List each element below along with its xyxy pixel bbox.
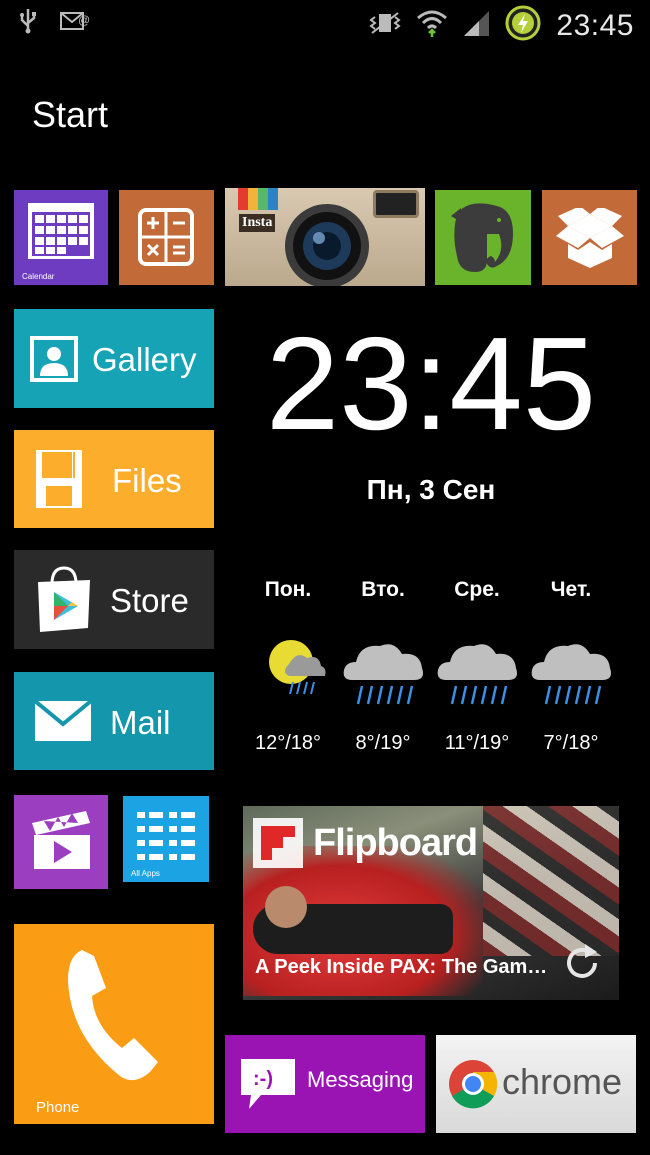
flipboard-photo-face bbox=[265, 886, 307, 928]
video-tile[interactable] bbox=[14, 795, 108, 889]
svg-text:@: @ bbox=[78, 13, 90, 27]
weather-temp: 11°/19° bbox=[444, 732, 510, 754]
svg-text::-): :-) bbox=[253, 1068, 273, 1090]
chat-bubble-smiley-icon: :-) bbox=[239, 1057, 297, 1120]
weather-widget[interactable]: Пон. Вто. Сре. Чет. 12°/18° 8°/19° 11°/1… bbox=[243, 570, 623, 770]
files-label: Files bbox=[112, 462, 182, 499]
all-apps-label: All Apps bbox=[131, 869, 160, 878]
sun-cloud-rain-icon bbox=[263, 636, 327, 703]
instagram-rainbow-strip bbox=[238, 188, 278, 210]
signal-icon bbox=[462, 9, 490, 42]
mail-label: Mail bbox=[110, 704, 171, 741]
rain-cloud-icon bbox=[530, 640, 614, 715]
status-bar: @ 23:45 bbox=[0, 0, 650, 46]
instagram-label: Insta bbox=[239, 214, 276, 232]
camera-lens-icon bbox=[277, 202, 377, 286]
flipboard-brand: Flipboard bbox=[313, 822, 478, 864]
page-title: Start bbox=[32, 94, 109, 135]
phone-handset-icon bbox=[64, 946, 164, 1091]
gallery-icon bbox=[30, 336, 78, 387]
calculator-icon bbox=[138, 208, 194, 271]
evernote-tile[interactable] bbox=[435, 190, 531, 285]
flipboard-tile[interactable]: Flipboard A Peek Inside PAX: The Gam… bbox=[243, 806, 619, 1000]
messaging-label: Messaging bbox=[307, 1067, 414, 1092]
weather-temp: 12°/18° bbox=[254, 732, 322, 754]
email-icon: @ bbox=[60, 10, 90, 37]
calendar-label: Calendar bbox=[22, 272, 55, 281]
calculator-tile[interactable] bbox=[119, 190, 214, 285]
list-icon bbox=[137, 812, 195, 865]
store-label: Store bbox=[110, 582, 189, 619]
floppy-disk-icon bbox=[34, 448, 84, 515]
phone-label: Phone bbox=[36, 1099, 80, 1116]
weather-day: Сре. bbox=[454, 578, 500, 601]
flipboard-logo-icon bbox=[253, 818, 303, 873]
play-store-bag-icon bbox=[36, 562, 92, 639]
rain-cloud-icon bbox=[436, 640, 520, 715]
instagram-viewfinder bbox=[373, 190, 419, 218]
weather-temp: 8°/19° bbox=[355, 732, 411, 754]
battery-charging-icon bbox=[504, 4, 542, 47]
status-time: 23:45 bbox=[556, 8, 634, 42]
refresh-icon[interactable] bbox=[561, 942, 603, 989]
weather-temp: 7°/18° bbox=[543, 732, 599, 754]
wifi-icon bbox=[416, 9, 448, 42]
weather-day: Пон. bbox=[264, 578, 312, 601]
elephant-icon bbox=[447, 200, 519, 281]
all-apps-tile[interactable]: All Apps bbox=[123, 796, 209, 882]
mail-tile[interactable]: Mail bbox=[14, 672, 214, 770]
store-tile[interactable]: Store bbox=[14, 550, 214, 649]
weather-day: Чет. bbox=[550, 578, 592, 601]
calendar-tile[interactable]: Calendar bbox=[14, 190, 108, 285]
flipboard-caption: A Peek Inside PAX: The Gam… bbox=[255, 956, 548, 978]
files-tile[interactable]: Files bbox=[14, 430, 214, 528]
calendar-icon bbox=[27, 202, 95, 265]
usb-icon bbox=[18, 8, 38, 39]
clapperboard-icon bbox=[28, 807, 94, 878]
gallery-label: Gallery bbox=[92, 341, 197, 378]
messaging-tile[interactable]: :-) Messaging bbox=[225, 1035, 425, 1133]
clock-date: Пн, 3 Сен bbox=[366, 474, 496, 505]
chrome-label: chrome bbox=[502, 1061, 623, 1102]
envelope-icon bbox=[33, 699, 93, 747]
rain-cloud-icon bbox=[342, 640, 426, 715]
flipboard-photo-stripes bbox=[483, 806, 619, 956]
vibrate-icon bbox=[368, 11, 402, 40]
clock-time: 23:45 bbox=[265, 310, 597, 457]
gallery-tile[interactable]: Gallery bbox=[14, 309, 214, 408]
instagram-tile[interactable]: Insta bbox=[225, 188, 425, 286]
dropbox-icon bbox=[554, 206, 626, 275]
chrome-logo-icon bbox=[448, 1059, 498, 1114]
chrome-tile[interactable]: chrome bbox=[436, 1035, 636, 1133]
weather-day: Вто. bbox=[361, 578, 405, 601]
phone-tile[interactable]: Phone bbox=[14, 924, 214, 1124]
dropbox-tile[interactable] bbox=[542, 190, 637, 285]
